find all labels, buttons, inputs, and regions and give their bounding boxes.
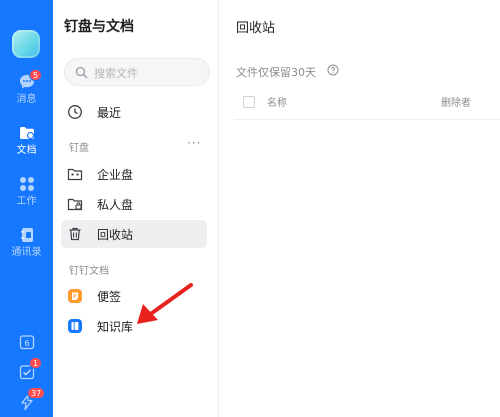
sidebar-item-knowledge-base[interactable]: 知识库 bbox=[61, 312, 207, 340]
select-all-checkbox[interactable] bbox=[243, 96, 255, 108]
knowledge-base-icon bbox=[68, 319, 82, 333]
sidebar-item-label: 企业盘 bbox=[97, 168, 134, 182]
column-header-deleted-by[interactable]: 删除者 bbox=[441, 94, 471, 109]
sidebar-item-enterprise-drive[interactable]: 企业盘 bbox=[61, 160, 207, 188]
rail-item-contacts[interactable]: 通讯录 bbox=[0, 226, 53, 259]
rail-item-messages[interactable]: 消息 5 bbox=[0, 69, 53, 106]
sidebar-item-label: 知识库 bbox=[97, 320, 134, 334]
sidebar-item-label: 最近 bbox=[97, 106, 122, 120]
clock-icon bbox=[68, 105, 82, 119]
search-placeholder: 搜索文件 bbox=[94, 67, 138, 80]
search-icon bbox=[75, 66, 88, 79]
rail-item-todo[interactable]: 1 bbox=[0, 357, 53, 381]
sidebar-item-label: 便签 bbox=[97, 290, 122, 304]
recycle-bin-panel: 回收站 文件仅保留30天 名称 删除者 bbox=[219, 0, 500, 417]
page-title: 回收站 bbox=[236, 21, 276, 36]
app-window: 消息 5 文档 工作 通讯录 6 1 37 钉盘与文档 搜索文件 最近 钉盘 ·… bbox=[0, 0, 500, 417]
private-drive-icon bbox=[67, 198, 83, 211]
rail-label: 通讯录 bbox=[11, 247, 42, 258]
rail-item-work[interactable]: 工作 bbox=[0, 175, 53, 208]
rail-label: 消息 bbox=[16, 94, 37, 105]
table-header: 名称 删除者 bbox=[234, 86, 500, 120]
unread-badge: 5 bbox=[29, 69, 43, 81]
sidebar-item-label: 回收站 bbox=[97, 228, 134, 242]
calendar-date: 6 bbox=[24, 339, 29, 348]
todo-badge: 1 bbox=[29, 357, 43, 369]
contacts-book-icon bbox=[20, 228, 33, 242]
sidebar-item-recycle-bin[interactable]: 回收站 bbox=[61, 220, 207, 248]
section-heading-drive: 钉盘 bbox=[69, 143, 89, 154]
rail-item-docs[interactable]: 文档 bbox=[0, 124, 53, 157]
sidebar-item-private-drive[interactable]: 私人盘 bbox=[61, 190, 207, 218]
column-header-name[interactable]: 名称 bbox=[267, 94, 287, 109]
sidebar-item-label: 私人盘 bbox=[97, 198, 134, 212]
rail-label: 工作 bbox=[16, 196, 37, 207]
notes-icon bbox=[68, 289, 82, 303]
docs-sidebar: 钉盘与文档 搜索文件 最近 钉盘 ··· 企业盘 私人盘 回收站 钉钉文档 便签… bbox=[53, 0, 219, 417]
rail-label: 文档 bbox=[16, 145, 37, 156]
more-options-button[interactable]: ··· bbox=[187, 136, 201, 150]
docs-folder-icon bbox=[19, 127, 34, 140]
search-input[interactable]: 搜索文件 bbox=[64, 58, 210, 86]
rail-item-calendar[interactable]: 6 bbox=[0, 333, 53, 351]
apps-grid-icon bbox=[19, 177, 34, 191]
sidebar-title: 钉盘与文档 bbox=[64, 19, 134, 35]
left-rail: 消息 5 文档 工作 通讯录 6 1 37 bbox=[0, 0, 53, 417]
sidebar-item-notes[interactable]: 便签 bbox=[61, 282, 207, 310]
user-avatar[interactable] bbox=[12, 30, 40, 58]
enterprise-drive-icon bbox=[67, 168, 83, 181]
sidebar-item-recent[interactable]: 最近 bbox=[61, 98, 207, 126]
rail-item-ding[interactable]: 37 bbox=[0, 387, 53, 411]
calendar-icon: 6 bbox=[19, 335, 34, 350]
section-heading-docs: 钉钉文档 bbox=[69, 266, 109, 277]
retention-note: 文件仅保留30天 bbox=[236, 66, 316, 79]
ding-badge: 37 bbox=[27, 387, 46, 399]
trash-icon bbox=[69, 227, 81, 241]
help-icon[interactable] bbox=[327, 64, 339, 76]
